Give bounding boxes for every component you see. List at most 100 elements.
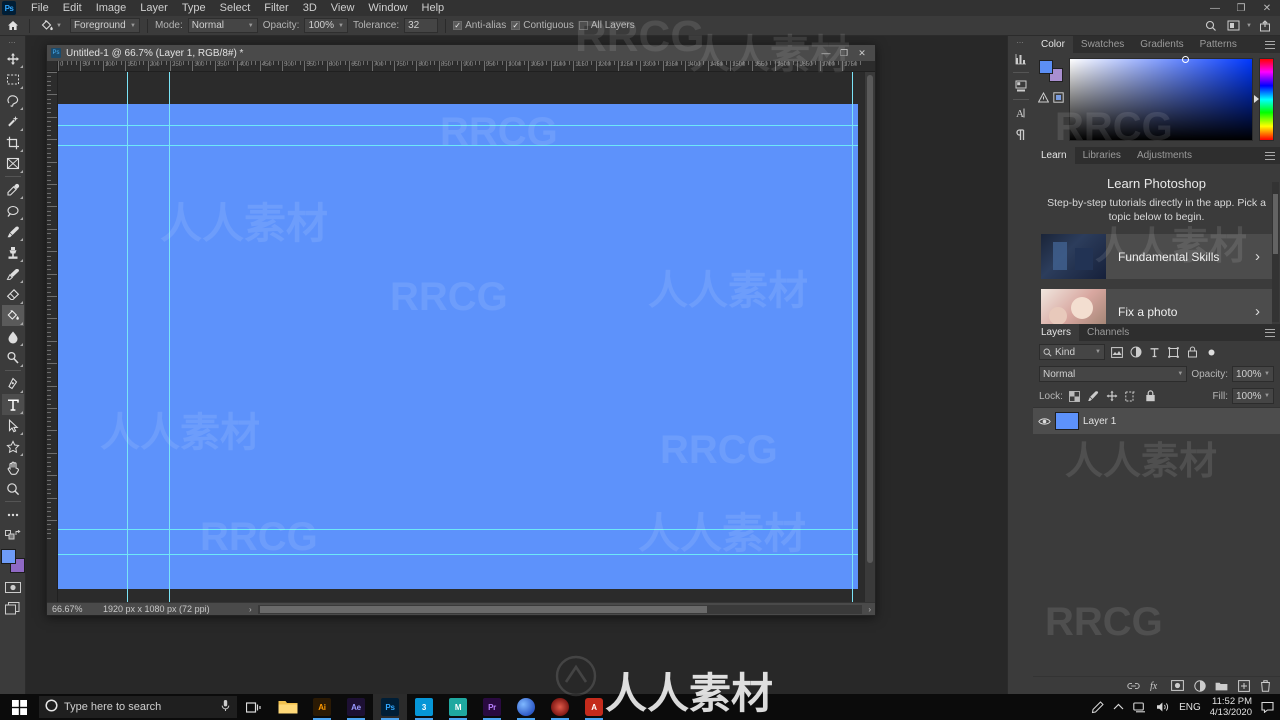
- clock[interactable]: 11:52 PM 4/13/2020: [1210, 696, 1252, 718]
- zoom-level[interactable]: 66.67%: [47, 604, 95, 614]
- menu-edit[interactable]: Edit: [56, 0, 89, 16]
- brush-tool[interactable]: [2, 221, 24, 242]
- layer-row-layer-1[interactable]: Layer 1: [1033, 408, 1280, 434]
- guide-horizontal-1[interactable]: [58, 125, 858, 126]
- paint-bucket-tool[interactable]: [1, 305, 24, 326]
- path-selection-tool[interactable]: [2, 415, 24, 436]
- lock-transparent-icon[interactable]: [1067, 389, 1082, 404]
- volume-icon[interactable]: [1156, 701, 1170, 713]
- lasso-tool[interactable]: [2, 90, 24, 111]
- document-title-bar[interactable]: Ps Untitled-1 @ 66.7% (Layer 1, RGB/8#) …: [47, 45, 875, 61]
- tab-adjustments[interactable]: Adjustments: [1128, 147, 1200, 164]
- guide-vertical-2[interactable]: [169, 72, 170, 602]
- guide-horizontal-3[interactable]: [58, 529, 858, 530]
- edit-toolbar-button[interactable]: [2, 504, 24, 525]
- gamut-warning-icon[interactable]: [1037, 91, 1050, 106]
- show-hidden-icons-icon[interactable]: [1113, 703, 1124, 711]
- color-panel-foreground-swatch[interactable]: [1039, 60, 1053, 74]
- search-input[interactable]: Type here to search: [39, 696, 237, 718]
- tab-swatches[interactable]: Swatches: [1072, 36, 1133, 53]
- color-swatches[interactable]: [0, 549, 25, 573]
- layer-fill-input[interactable]: 100% ▼: [1232, 388, 1274, 404]
- canvas-horizontal-scrollbar[interactable]: [257, 604, 863, 614]
- artboard[interactable]: [58, 104, 858, 589]
- menu-help[interactable]: Help: [415, 0, 452, 16]
- layers-panel-menu-icon[interactable]: [1265, 324, 1280, 341]
- web-color-icon[interactable]: [1053, 92, 1064, 106]
- taskbar-browser[interactable]: [509, 694, 543, 720]
- swap-colors-icon[interactable]: [2, 525, 24, 546]
- filter-smart-icon[interactable]: [1185, 345, 1200, 360]
- scrollbar-thumb[interactable]: [1273, 194, 1278, 254]
- object-selection-tool[interactable]: [2, 111, 24, 132]
- tab-channels[interactable]: Channels: [1079, 324, 1138, 341]
- learn-panel-menu-icon[interactable]: [1265, 147, 1280, 164]
- menu-file[interactable]: File: [24, 0, 56, 16]
- custom-shape-tool[interactable]: [2, 436, 24, 457]
- action-center-icon[interactable]: [1261, 701, 1274, 713]
- arrange-documents-icon[interactable]: [1224, 18, 1242, 34]
- task-view-icon[interactable]: [237, 694, 271, 720]
- tab-libraries[interactable]: Libraries: [1074, 147, 1129, 164]
- layer-blend-mode-select[interactable]: Normal ▼: [1039, 366, 1188, 382]
- layer-name[interactable]: Layer 1: [1083, 416, 1116, 427]
- layer-opacity-input[interactable]: 100% ▼: [1232, 366, 1274, 382]
- link-layers-icon[interactable]: [1127, 679, 1140, 692]
- taskbar-file-explorer[interactable]: [271, 694, 305, 720]
- tab-layers[interactable]: Layers: [1033, 324, 1080, 341]
- share-icon[interactable]: [1256, 18, 1274, 34]
- opacity-select[interactable]: 100% ▼: [304, 18, 348, 33]
- taskbar-marvelous-designer[interactable]: M: [441, 694, 475, 720]
- tutorial-card-fix-a-photo[interactable]: Fix a photo ›: [1041, 289, 1272, 324]
- tab-patterns[interactable]: Patterns: [1191, 36, 1245, 53]
- keyboard-language[interactable]: ENG: [1179, 702, 1201, 713]
- hue-slider-marker[interactable]: [1254, 95, 1259, 103]
- minimize-button[interactable]: —: [1202, 0, 1228, 16]
- menu-image[interactable]: Image: [89, 0, 134, 16]
- rail-grip[interactable]: ⋯: [1017, 39, 1025, 47]
- lock-image-icon[interactable]: [1086, 389, 1101, 404]
- color-panel-menu-icon[interactable]: [1265, 36, 1280, 53]
- windows-start-icon[interactable]: [0, 694, 38, 720]
- quick-mask-icon[interactable]: [2, 577, 24, 598]
- history-brush-tool[interactable]: [2, 263, 24, 284]
- filter-toggle-icon[interactable]: [1204, 345, 1219, 360]
- antialias-checkbox[interactable]: Anti-alias: [453, 20, 506, 31]
- color-field-cursor[interactable]: [1182, 56, 1189, 63]
- zoom-tool[interactable]: [2, 478, 24, 499]
- home-icon[interactable]: [4, 18, 22, 34]
- menu-type[interactable]: Type: [175, 0, 213, 16]
- horizontal-ruler[interactable]: 0 50 100 150 200 250 300 350 400 450 500 550 600 650 7…: [58, 61, 875, 72]
- guide-horizontal-2[interactable]: [58, 145, 858, 146]
- new-group-icon[interactable]: [1215, 679, 1228, 692]
- document-maximize-button[interactable]: ❐: [835, 45, 853, 61]
- taskbar-adobe-premiere-pro[interactable]: Pr: [475, 694, 509, 720]
- guide-vertical-1[interactable]: [127, 72, 128, 602]
- new-adjustment-layer-icon[interactable]: [1193, 679, 1206, 692]
- filter-type-icon[interactable]: [1147, 345, 1162, 360]
- search-icon[interactable]: [1202, 18, 1220, 34]
- toolbar-grip[interactable]: ⋯: [9, 39, 17, 47]
- guide-horizontal-4[interactable]: [58, 554, 858, 555]
- taskbar-adobe-photoshop[interactable]: Ps: [373, 694, 407, 720]
- menu-filter[interactable]: Filter: [257, 0, 295, 16]
- taskbar-adobe-after-effects[interactable]: Ae: [339, 694, 373, 720]
- tab-color[interactable]: Color: [1033, 36, 1073, 53]
- close-button[interactable]: ✕: [1254, 0, 1280, 16]
- tab-learn[interactable]: Learn: [1033, 147, 1075, 164]
- crop-tool[interactable]: [2, 132, 24, 153]
- menu-3d[interactable]: 3D: [296, 0, 324, 16]
- menu-view[interactable]: View: [324, 0, 362, 16]
- menu-layer[interactable]: Layer: [133, 0, 175, 16]
- document-minimize-button[interactable]: —: [817, 45, 835, 61]
- tolerance-input[interactable]: 32: [404, 18, 439, 33]
- pen-tool[interactable]: [2, 373, 24, 394]
- vertical-ruler[interactable]: [47, 72, 58, 602]
- tab-gradients[interactable]: Gradients: [1132, 36, 1192, 53]
- color-panel-swatches[interactable]: [1039, 60, 1063, 82]
- learn-panel-scrollbar[interactable]: [1272, 182, 1279, 322]
- clone-stamp-tool[interactable]: [2, 242, 24, 263]
- taskbar-adobe-illustrator[interactable]: Ai: [305, 694, 339, 720]
- all-layers-checkbox[interactable]: All Layers: [578, 20, 635, 31]
- lock-all-icon[interactable]: [1143, 389, 1158, 404]
